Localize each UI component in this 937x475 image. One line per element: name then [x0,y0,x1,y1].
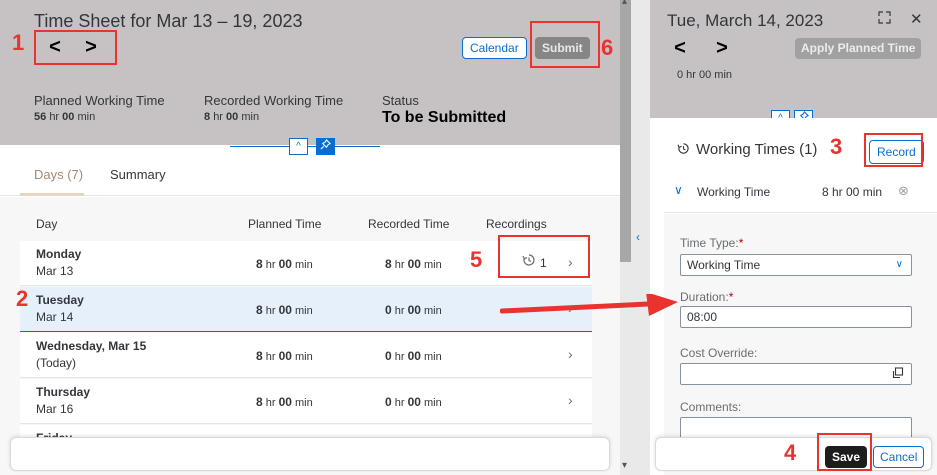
time-type-select[interactable]: Working Time ∨ [680,254,912,276]
row-planned-time: 8 hr 00 min [256,395,313,409]
working-time-item-duration: 8 hr 00 min [822,185,883,199]
day-detail-header: Tue, March 14, 2023 ✕ < > Apply Planned … [650,0,937,118]
chevron-right-icon[interactable]: › [568,392,573,408]
row-recorded-time: 0 hr 00 min [385,349,442,363]
section-title: Working Times (1) [696,141,818,158]
column-header-recorded: Recorded Time [368,217,450,231]
scroll-down-icon[interactable]: ▾ [622,460,627,471]
status: Status To be Submitted [382,93,506,127]
row-date: (Today) [36,356,77,370]
comments-label: Comments: [680,400,742,414]
selected-tab-indicator [20,193,84,196]
working-time-item[interactable]: ∨ Working Time 8 hr 00 min ⊗ [664,173,937,213]
annotation-box-3 [864,133,923,167]
working-time-form: Time Type:* Working Time ∨ Duration:* 08… [664,214,937,475]
page-title: Time Sheet for Mar 13 – 19, 2023 [34,11,303,31]
row-recorded-time: 8 hr 00 min [385,257,442,271]
chevron-down-icon: ∨ [895,259,903,270]
next-day-button[interactable]: > [709,36,735,62]
day-total-time: 0 hr 00 min [677,69,733,81]
duration-field[interactable]: 08:00 [680,306,912,328]
pin-icon [320,138,332,150]
scrollbar-thumb[interactable] [620,0,631,262]
column-header-recordings: Recordings [486,217,547,231]
row-date: Mar 13 [36,264,74,278]
collapse-left-icon[interactable]: ‹ [636,230,640,244]
time-type-label: Time Type:* [680,236,744,250]
annotation-number-3: 3 [830,134,843,159]
annotation-box-1 [34,30,117,65]
cost-override-label: Cost Override: [680,346,758,360]
annotation-box-4 [817,433,872,471]
row-day: Tuesday [36,293,84,307]
table-row[interactable]: Wednesday, Mar 15 (Today) 8 hr 00 min 0 … [20,333,592,378]
collapse-header-button[interactable]: ^ [289,138,308,155]
annotation-number-4: 4 [784,440,797,465]
timesheet-header: Time Sheet for Mar 13 – 19, 2023 < > Cal… [0,0,620,145]
detail-title: Tue, March 14, 2023 [667,11,824,30]
row-day: Monday [36,247,82,261]
table-row[interactable]: Thursday Mar 16 8 hr 00 min 0 hr 00 min … [20,379,592,424]
status-value: To be Submitted [382,109,507,126]
working-times-section: Working Times (1) Record ∨ Working Time … [650,118,937,475]
cost-override-field[interactable] [680,363,912,385]
row-day: Thursday [36,385,91,399]
planned-working-time: Planned Working Time 56 hr 00 min [34,93,165,123]
duration-label: Duration:* [680,290,734,304]
row-planned-time: 8 hr 00 min [256,349,313,363]
close-icon[interactable]: ✕ [910,10,923,28]
tab-days[interactable]: Days (7) [34,167,83,182]
chevron-up-icon: ^ [296,141,301,152]
apply-planned-time-button[interactable]: Apply Planned Time [795,38,922,59]
annotation-number-2: 2 [16,286,29,311]
recorded-working-time: Recorded Working Time 8 hr 00 min [204,93,343,123]
row-planned-time: 8 hr 00 min [256,257,313,271]
status-label: Status [382,93,419,108]
planned-working-time-value: 56 hr 00 min [34,111,96,123]
calendar-button[interactable]: Calendar [462,37,527,59]
annotation-arrow [500,294,678,316]
annotation-number-1: 1 [12,30,25,55]
timesheet-footer-bar [10,437,610,471]
tab-bar: Days (7) Summary [0,156,620,196]
cancel-button[interactable]: Cancel [873,446,925,468]
row-planned-time: 8 hr 00 min [256,303,313,317]
row-date: Mar 16 [36,402,74,416]
column-header-planned: Planned Time [248,217,322,231]
planned-working-time-label: Planned Working Time [34,93,165,108]
row-day: Wednesday, Mar 15 [36,339,147,353]
annotation-box-6 [530,21,600,68]
value-help-icon[interactable] [892,365,904,385]
recorded-working-time-label: Recorded Working Time [204,93,344,108]
annotation-number-5: 5 [470,247,483,272]
annotation-box-5 [498,235,590,278]
remove-icon[interactable]: ⊗ [898,183,909,199]
row-recorded-time: 0 hr 00 min [385,395,442,409]
chevron-down-icon[interactable]: ∨ [674,183,683,197]
scroll-up-icon[interactable]: ▴ [622,0,627,7]
row-date: Mar 14 [36,310,74,324]
chevron-right-icon[interactable]: › [568,346,573,362]
row-recorded-time: 0 hr 00 min [385,303,442,317]
fullscreen-icon[interactable] [878,11,891,27]
previous-day-button[interactable]: < [667,36,693,62]
day-detail-pane: Tue, March 14, 2023 ✕ < > Apply Planned … [650,0,937,475]
pin-header-button[interactable] [316,138,335,155]
working-time-item-title: Working Time [697,185,771,199]
tab-summary[interactable]: Summary [110,167,166,182]
history-icon [677,142,690,158]
annotation-number-6: 6 [601,35,614,60]
column-header-day: Day [36,217,58,231]
recorded-working-time-value: 8 hr 00 min [204,111,260,123]
